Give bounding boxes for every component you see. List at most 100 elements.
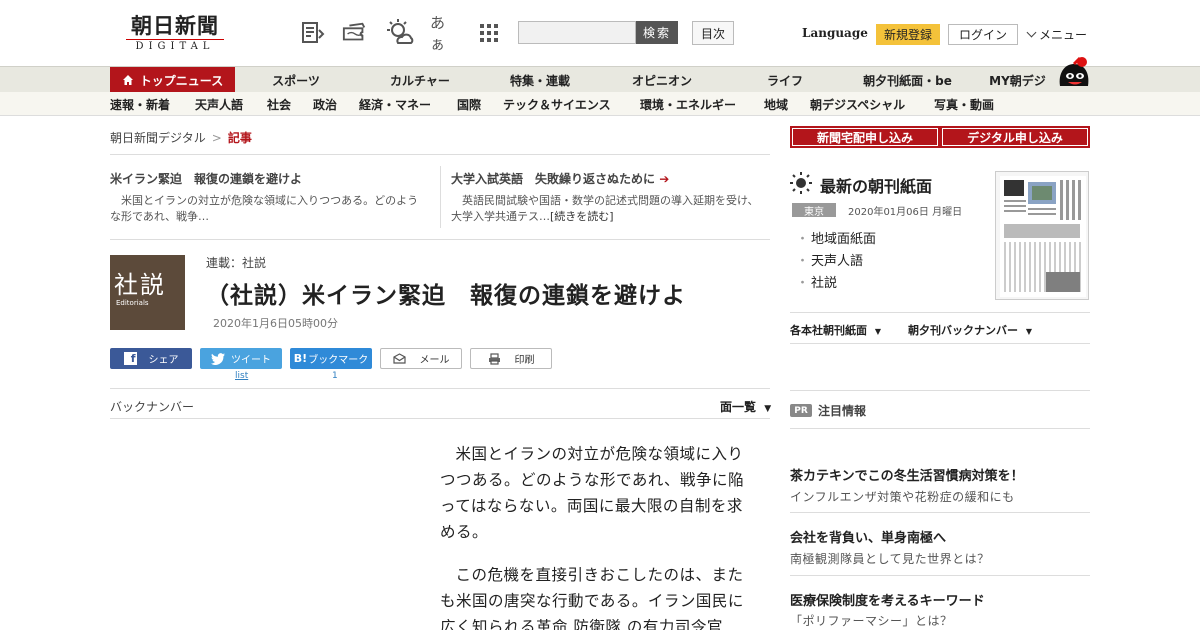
nav-culture[interactable]: カルチャー xyxy=(370,67,470,93)
related-text: 英語民間試験や国語・数学の記述式問題の導入延期を受け、大学入学共通テス…[続きを… xyxy=(451,194,759,223)
paper-date: 2020年01月06日 月曜日 xyxy=(848,207,963,218)
hatena-bookmark-button[interactable]: B! ブックマーク xyxy=(290,348,372,369)
paper-link-tenseijingo[interactable]: 天声人語 xyxy=(796,250,863,269)
nav-economy[interactable]: 経済・マネー xyxy=(359,92,431,116)
caret-down-icon: ▼ xyxy=(1025,327,1032,336)
divider xyxy=(110,418,770,419)
pr-heading: 注目情報 xyxy=(818,404,867,418)
caret-down-icon: ▼ xyxy=(764,404,772,414)
nav-tenseijingo[interactable]: 天声人語 xyxy=(195,92,243,116)
facebook-share-button[interactable]: f シェア xyxy=(110,348,192,369)
nav-my-asahi[interactable]: MY朝デジ xyxy=(980,67,1055,93)
nav-regional[interactable]: 地域 xyxy=(764,92,788,116)
divider xyxy=(790,343,1090,344)
series-thumbnail-subtext: Editorials xyxy=(116,299,149,307)
series-thumbnail-text: 社説 xyxy=(114,271,166,299)
article-paragraph: この危機を直接引きおこしたのは、またも米国の唐突な行動である。イラン国民に広く知… xyxy=(440,566,744,630)
twitter-count[interactable]: list xyxy=(235,371,248,381)
sun-icon xyxy=(790,172,812,194)
nav-special[interactable]: 朝デジスペシャル xyxy=(810,92,905,116)
related-text: 米国とイランの対立が危険な領域に入りつつある。どのような形であれ、戦争… xyxy=(110,194,419,223)
promo-title[interactable]: 医療保険制度を考えるキーワード xyxy=(790,590,985,609)
menu-button[interactable]: メニュー xyxy=(1026,26,1087,43)
toc-button[interactable]: 目次 xyxy=(692,21,734,45)
nav-sports[interactable]: スポーツ xyxy=(250,67,342,93)
related-article-1[interactable]: 米イラン緊迫 報復の連鎖を避けよ 米国とイランの対立が危険な領域に入りつつある。… xyxy=(110,170,428,225)
list-all-dropdown[interactable]: 面一覧 ▼ xyxy=(720,398,771,415)
twitter-share-button[interactable]: ツイート xyxy=(200,348,282,369)
divider xyxy=(440,166,441,228)
mail-button[interactable]: メール xyxy=(380,348,462,369)
promo-title[interactable]: 会社を背負い、単身南極へ xyxy=(790,527,946,546)
ticket-icon[interactable] xyxy=(342,20,368,46)
login-button[interactable]: ログイン xyxy=(948,24,1018,45)
read-more-link[interactable]: [続きを読む] xyxy=(550,210,614,223)
menu-label: メニュー xyxy=(1039,28,1088,42)
series-label[interactable]: 連載：社説 xyxy=(206,254,266,271)
search-button[interactable]: 検索 xyxy=(636,21,678,44)
article-paragraph: 米国とイランの対立が危険な領域に入りつつある。どのような形であれ、戦争に陥っては… xyxy=(440,445,745,541)
nav-environment[interactable]: 環境・エネルギー xyxy=(640,92,736,116)
latest-paper-heading: 最新の朝刊紙面 xyxy=(820,177,933,196)
digital-signup-button[interactable]: デジタル申し込み xyxy=(940,126,1090,148)
hatena-bookmark-label: ブックマーク xyxy=(308,355,369,366)
divider xyxy=(790,312,1090,313)
grid-icon[interactable] xyxy=(476,20,502,46)
article-date: 2020年1月6日05時00分 xyxy=(213,317,338,330)
regional-edition-label: 各本社朝刊紙面 xyxy=(790,324,867,337)
back-issues-label: 朝夕刊バックナンバー xyxy=(908,324,1018,337)
hatena-icon: B! xyxy=(293,352,308,365)
newspaper-thumbnail[interactable] xyxy=(995,171,1089,300)
language-link[interactable]: Language xyxy=(802,26,868,40)
promo-subtitle[interactable]: 南極観測隊員として見た世界とは？ xyxy=(790,550,990,567)
divider xyxy=(790,390,1090,391)
nav-features[interactable]: 特集・連載 xyxy=(490,67,590,93)
nav-newspaper[interactable]: 朝夕刊紙面・be xyxy=(850,67,965,93)
breadcrumb-root[interactable]: 朝日新聞デジタル xyxy=(110,131,206,145)
promo-subtitle[interactable]: インフルエンザ対策や花粉症の緩和にも xyxy=(790,488,1015,505)
related-article-2[interactable]: 大学入試英語 失敗繰り返さぬために ➔ 英語民間試験や国語・数学の記述式問題の導… xyxy=(451,170,767,225)
paper-link-editorial[interactable]: 社説 xyxy=(796,272,837,291)
promo-subtitle[interactable]: 「ポリファーマシー」とは？ xyxy=(790,612,953,629)
secondary-nav: 速報・新着 天声人語 社会 政治 経済・マネー 国際 テック＆サイエンス 環境・… xyxy=(0,92,1200,116)
print-button[interactable]: 印刷 xyxy=(470,348,552,369)
hatena-count[interactable]: 1 xyxy=(332,371,338,381)
back-issues-dropdown[interactable]: 朝夕刊バックナンバー ▼ xyxy=(908,322,1032,338)
nav-opinion[interactable]: オピニオン xyxy=(612,67,712,93)
nav-life[interactable]: ライフ xyxy=(740,67,830,93)
weather-icon[interactable] xyxy=(386,19,416,46)
site-logo[interactable]: 朝日新聞 DIGITAL xyxy=(120,14,230,56)
region-badge: 東京 xyxy=(792,203,836,218)
nav-politics[interactable]: 政治 xyxy=(313,92,337,116)
nav-international[interactable]: 国際 xyxy=(457,92,481,116)
facebook-share-label: シェア xyxy=(148,355,179,366)
divider xyxy=(790,575,1090,576)
facebook-icon: f xyxy=(123,352,137,365)
news-list-icon[interactable] xyxy=(300,20,326,46)
search-input[interactable] xyxy=(518,21,636,44)
divider xyxy=(790,512,1090,513)
series-thumbnail[interactable]: 社説 Editorials xyxy=(110,255,185,330)
nav-tech[interactable]: テック＆サイエンス xyxy=(503,92,611,116)
promo-title[interactable]: 茶カテキンでこの冬生活習慣病対策を！ xyxy=(790,465,1024,484)
signup-button[interactable]: 新規登録 xyxy=(876,24,940,45)
regional-edition-dropdown[interactable]: 各本社朝刊紙面 ▼ xyxy=(790,322,881,338)
breadcrumb-current: 記事 xyxy=(227,131,252,145)
nav-breaking[interactable]: 速報・新着 xyxy=(110,92,170,116)
font-size-icon[interactable]: あぁ xyxy=(430,14,456,53)
print-icon xyxy=(488,352,501,365)
divider xyxy=(110,239,770,240)
nav-top-news[interactable]: トップニュース xyxy=(110,67,235,93)
nav-society[interactable]: 社会 xyxy=(267,92,291,116)
divider xyxy=(110,388,770,389)
twitter-share-label: ツイート xyxy=(231,355,271,366)
arrow-right-icon: ➔ xyxy=(659,172,670,186)
pr-badge: PR xyxy=(790,404,812,417)
logo-main-text: 朝日新聞 xyxy=(131,13,219,38)
home-delivery-button[interactable]: 新聞宅配申し込み xyxy=(790,126,940,148)
nav-photo-video[interactable]: 写真・動画 xyxy=(934,92,994,116)
chevron-down-icon xyxy=(1026,27,1037,38)
mascot-icon xyxy=(1054,56,1092,92)
paper-link-regional[interactable]: 地域面紙面 xyxy=(796,228,876,247)
back-numbers-link[interactable]: バックナンバー xyxy=(110,398,194,415)
